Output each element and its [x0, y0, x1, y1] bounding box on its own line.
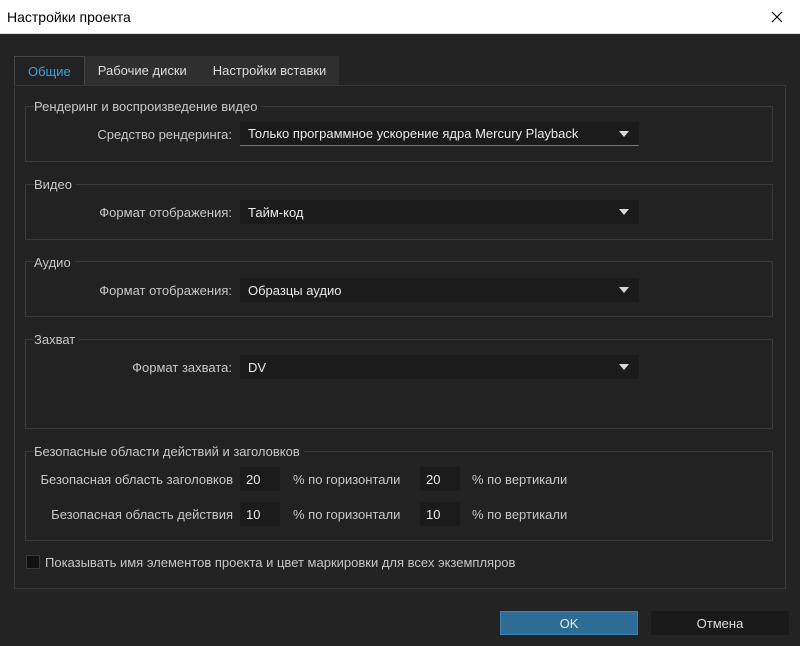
capture-format-value: DV	[248, 359, 267, 375]
renderer-label: Средство рендеринга:	[97, 127, 232, 142]
capture-format-label: Формат захвата:	[132, 360, 232, 375]
chevron-down-icon	[619, 287, 629, 293]
tab-ingest-settings[interactable]: Настройки вставки	[199, 56, 340, 85]
safe-margins-group-label: Безопасные области действий и заголовков	[34, 444, 304, 459]
capture-group	[25, 339, 773, 429]
audio-display-format-value: Образцы аудио	[248, 282, 342, 298]
tab-scratch-disks[interactable]: Рабочие диски	[84, 56, 200, 85]
renderer-select-value: Только программное ускорение ядра Mercur…	[248, 126, 579, 141]
renderer-select[interactable]: Только программное ускорение ядра Mercur…	[240, 122, 639, 146]
show-names-checkbox[interactable]	[26, 555, 40, 569]
rendering-group-label: Рендеринг и воспроизведение видео	[34, 99, 262, 114]
close-button[interactable]	[754, 0, 800, 34]
cancel-button[interactable]: Отмена	[651, 611, 789, 635]
ok-button[interactable]: OK	[500, 611, 638, 635]
tab-bar: Общие Рабочие диски Настройки вставки	[14, 56, 340, 85]
audio-display-format-select[interactable]: Образцы аудио	[240, 278, 639, 302]
safe-margins-group	[25, 451, 773, 541]
title-safe-label: Безопасная область заголовков	[40, 472, 233, 487]
action-safe-vertical-input[interactable]: 10	[420, 502, 460, 526]
action-safe-label: Безопасная область действия	[51, 507, 233, 522]
audio-group-label: Аудио	[34, 255, 75, 270]
video-display-format-select[interactable]: Тайм-код	[240, 200, 639, 224]
audio-display-format-label: Формат отображения:	[99, 283, 232, 298]
title-safe-vertical-unit: % по вертикали	[472, 472, 568, 487]
action-safe-horizontal-input[interactable]: 10	[240, 502, 280, 526]
show-names-checkbox-label[interactable]: Показывать имя элементов проекта и цвет …	[45, 555, 515, 570]
title-safe-horizontal-input[interactable]: 20	[240, 467, 280, 491]
chevron-down-icon	[619, 131, 629, 137]
title-safe-vertical-input[interactable]: 20	[420, 467, 460, 491]
capture-group-label: Захват	[34, 332, 80, 347]
title-bar: Настройки проекта	[0, 0, 800, 34]
window-title: Настройки проекта	[7, 9, 131, 25]
chevron-down-icon	[619, 209, 629, 215]
chevron-down-icon	[619, 364, 629, 370]
close-icon	[771, 11, 783, 23]
action-safe-horizontal-unit: % по горизонтали	[293, 507, 401, 522]
tab-general[interactable]: Общие	[14, 56, 85, 85]
video-display-format-value: Тайм-код	[248, 204, 304, 220]
title-safe-horizontal-unit: % по горизонтали	[293, 472, 401, 487]
video-group-label: Видео	[34, 177, 76, 192]
video-display-format-label: Формат отображения:	[99, 205, 232, 220]
capture-format-select[interactable]: DV	[240, 355, 639, 379]
action-safe-vertical-unit: % по вертикали	[472, 507, 568, 522]
